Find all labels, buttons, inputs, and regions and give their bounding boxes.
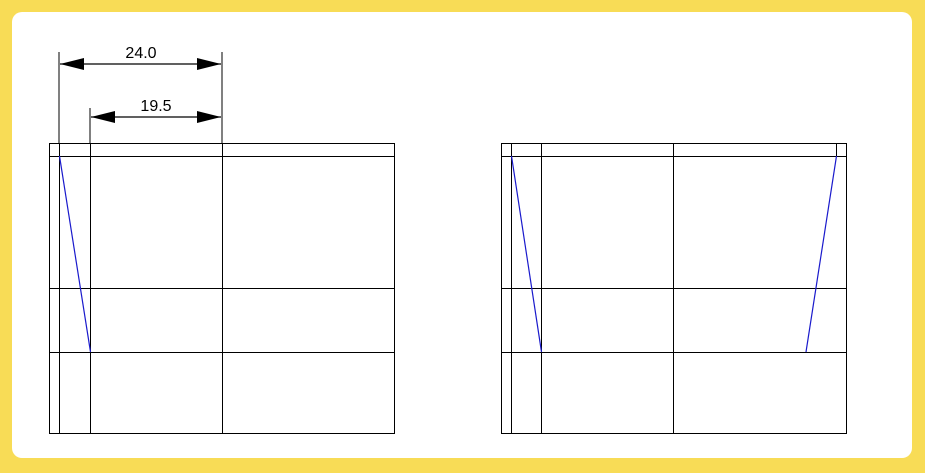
dimension-outer: 24.0 [60,45,221,70]
arrowhead-right-icon [197,111,221,123]
right-grid [501,143,847,434]
drawing-canvas: 24.0 19.5 [49,45,847,434]
left-grid [49,143,395,434]
right-slope-line-left [510,155,543,353]
arrowhead-left-icon [91,111,115,123]
left-slope-line [58,155,92,353]
arrowhead-left-icon [60,58,84,70]
dimension-annotations: 24.0 19.5 [58,45,223,143]
right-slope-line-right [805,155,838,353]
dimension-outer-label: 24.0 [125,45,156,62]
dimension-inner: 19.5 [91,98,221,123]
dimension-inner-label: 19.5 [140,98,171,115]
arrowhead-right-icon [197,58,221,70]
